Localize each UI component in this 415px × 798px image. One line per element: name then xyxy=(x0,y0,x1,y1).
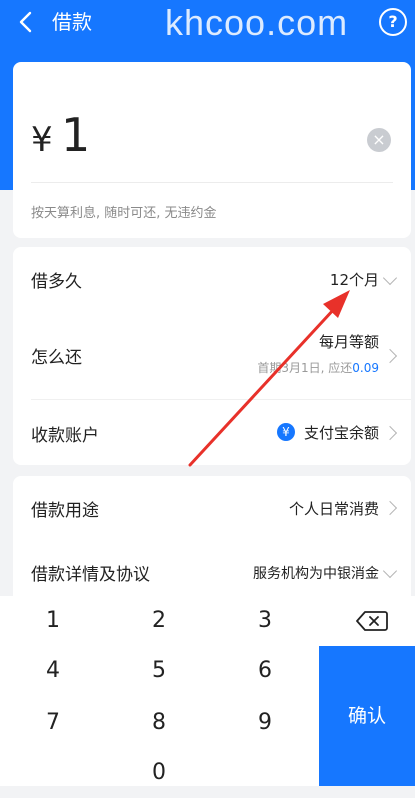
details-row[interactable]: 借款详情及协议 服务机构为中银消金 xyxy=(13,540,411,604)
page-title: 借款 xyxy=(52,10,92,34)
key-8[interactable]: 8 xyxy=(106,698,212,748)
key-0[interactable]: 0 xyxy=(106,748,212,798)
repay-subtext: 首期3月1日, 应还0.09 xyxy=(257,359,379,376)
back-button[interactable] xyxy=(12,8,40,36)
repay-row[interactable]: 怎么还 每月等额 首期3月1日, 应还0.09 xyxy=(13,311,411,399)
key-3[interactable]: 3 xyxy=(212,596,318,646)
chevron-right-icon xyxy=(382,348,398,364)
clear-icon[interactable]: × xyxy=(367,128,391,152)
amount-divider xyxy=(31,182,393,183)
alipay-icon: ¥ xyxy=(277,423,295,441)
amount-hint: 按天算利息, 随时可还, 无违约金 xyxy=(31,206,217,221)
account-value: 支付宝余额 xyxy=(303,424,379,442)
chevron-right-icon xyxy=(382,500,398,516)
currency-symbol: ¥ xyxy=(31,120,53,160)
amount-card: ¥ 1 × 按天算利息, 随时可还, 无违约金 xyxy=(13,62,411,238)
purpose-row[interactable]: 借款用途 个人日常消费 xyxy=(13,476,411,540)
duration-row[interactable]: 借多久 12个月 xyxy=(13,247,411,311)
chevron-down-icon xyxy=(382,270,398,286)
repay-sub-prefix: 首期3月1日, 应还 xyxy=(257,361,353,375)
repay-sub-amount: 0.09 xyxy=(352,361,379,375)
key-7[interactable]: 7 xyxy=(0,698,106,748)
delete-key[interactable] xyxy=(319,596,415,646)
duration-value: 12个月 xyxy=(329,271,379,289)
key-5[interactable]: 5 xyxy=(106,646,212,696)
purpose-value: 个人日常消费 xyxy=(288,500,379,518)
watermark-text: khcoo.com xyxy=(165,2,349,43)
key-6[interactable]: 6 xyxy=(212,646,318,696)
account-row[interactable]: 收款账户 ¥ 支付宝余额 xyxy=(13,399,411,465)
terms-card: 借多久 12个月 怎么还 每月等额 首期3月1日, 应还0.09 收款账户 ¥ … xyxy=(13,247,411,465)
details-label: 借款详情及协议 xyxy=(31,565,150,585)
key-2[interactable]: 2 xyxy=(106,596,212,646)
repay-label: 怎么还 xyxy=(31,348,82,368)
amount-input[interactable]: 1 xyxy=(61,108,90,162)
details-value: 服务机构为中银消金 xyxy=(253,566,379,582)
chevron-right-icon xyxy=(382,425,398,441)
account-label: 收款账户 xyxy=(31,426,99,446)
key-9[interactable]: 9 xyxy=(212,698,318,748)
confirm-button[interactable]: 确认 xyxy=(319,646,415,786)
backspace-icon xyxy=(356,611,388,631)
numeric-keypad: 1 2 3 4 5 6 7 8 9 0 确认 xyxy=(0,596,415,786)
key-1[interactable]: 1 xyxy=(0,596,106,646)
repay-value: 每月等额 xyxy=(318,333,379,351)
more-card: 借款用途 个人日常消费 借款详情及协议 服务机构为中银消金 xyxy=(13,476,411,606)
chevron-left-icon xyxy=(19,11,32,33)
chevron-down-icon xyxy=(382,563,398,579)
key-4[interactable]: 4 xyxy=(0,646,106,696)
question-icon[interactable]: ? xyxy=(379,8,407,36)
duration-label: 借多久 xyxy=(31,272,82,292)
purpose-label: 借款用途 xyxy=(31,501,99,521)
